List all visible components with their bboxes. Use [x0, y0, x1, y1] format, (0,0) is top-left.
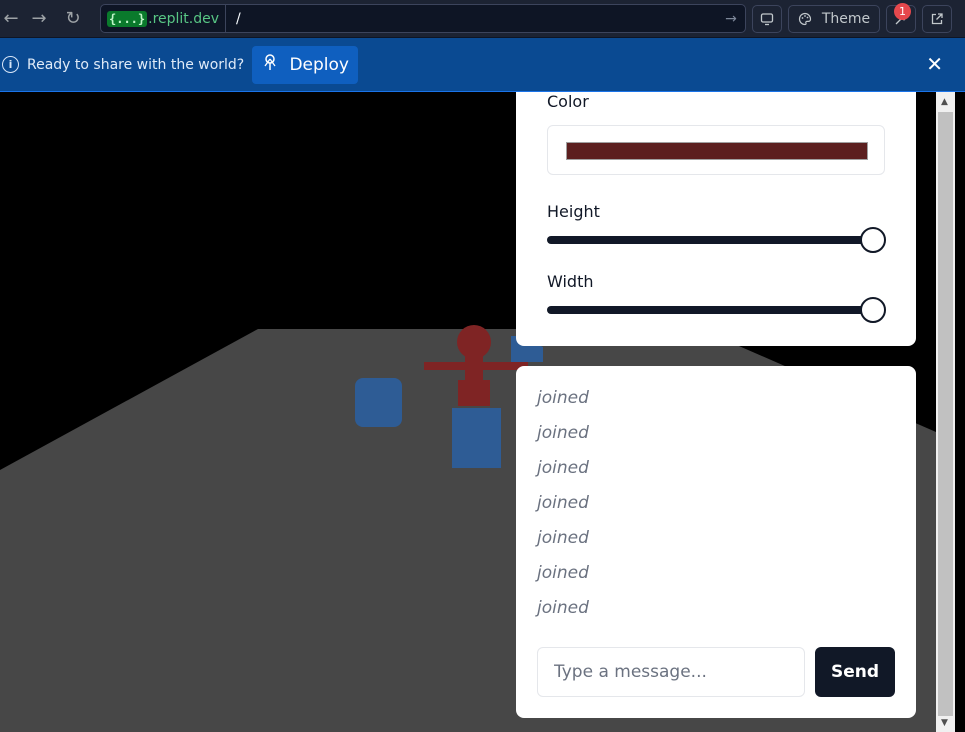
deploy-button[interactable]: Deploy: [252, 45, 359, 84]
go-arrow-icon[interactable]: →: [717, 11, 745, 27]
cube-blue: [452, 408, 501, 468]
color-swatch[interactable]: [566, 142, 868, 160]
scroll-up-icon[interactable]: ▲: [936, 94, 953, 111]
width-slider-thumb[interactable]: [860, 297, 886, 323]
width-label: Width: [547, 272, 594, 291]
close-banner-icon[interactable]: ✕: [926, 54, 943, 74]
reload-icon: ↻: [65, 8, 81, 29]
arrow-left-icon: ←: [3, 8, 19, 29]
page-scrollbar[interactable]: ▲ ▼: [936, 92, 965, 732]
scroll-down-icon[interactable]: ▼: [936, 715, 953, 732]
width-slider[interactable]: [547, 297, 886, 323]
forward-button[interactable]: →: [22, 0, 56, 38]
avatar-controls-panel: Color Height Width: [516, 92, 916, 346]
scrollbar-gap: [955, 92, 965, 732]
deploy-icon: [261, 53, 279, 76]
browser-toolbar: ← → ↻ {...} .replit.dev / → Theme 1: [0, 0, 965, 38]
chat-message: joined: [537, 388, 589, 408]
url-tag: {...}: [107, 10, 148, 27]
url-host: {...} .replit.dev: [101, 5, 227, 32]
banner-message: Ready to share with the world?: [27, 56, 245, 73]
deploy-label: Deploy: [289, 54, 349, 75]
color-picker[interactable]: [547, 125, 885, 175]
info-icon: i: [2, 56, 19, 73]
chat-message: joined: [537, 528, 589, 548]
scroll-thumb[interactable]: [938, 112, 953, 716]
url-path[interactable]: /: [226, 11, 717, 27]
height-label: Height: [547, 202, 600, 221]
chat-message: joined: [537, 598, 589, 618]
height-slider-thumb[interactable]: [860, 227, 886, 253]
palette-icon: [798, 12, 811, 26]
back-button[interactable]: ←: [0, 0, 22, 38]
deploy-banner: i Ready to share with the world? Deploy …: [0, 38, 965, 92]
height-slider[interactable]: [547, 227, 886, 253]
devtools-button[interactable]: 1: [886, 3, 916, 33]
cube-blue-left: [355, 378, 402, 427]
chat-input[interactable]: [537, 647, 805, 697]
url-host-text: .replit.dev: [148, 10, 220, 27]
notification-badge: 1: [894, 3, 911, 20]
chat-message: joined: [537, 423, 589, 443]
chat-panel: joined joined joined joined joined joined join…: [516, 366, 916, 718]
chat-message: joined: [537, 563, 589, 583]
external-link-icon: [931, 13, 943, 25]
device-preview-button[interactable]: [752, 5, 782, 33]
chat-message: joined: [537, 458, 589, 478]
arrow-right-icon: →: [31, 8, 47, 29]
color-label: Color: [547, 92, 589, 111]
theme-label: Theme: [821, 11, 871, 27]
width-slider-track: [547, 306, 873, 314]
send-button[interactable]: Send: [815, 647, 895, 697]
theme-button[interactable]: Theme: [788, 5, 880, 33]
open-new-tab-button[interactable]: [922, 5, 952, 33]
reload-button[interactable]: ↻: [56, 0, 90, 38]
chat-message: joined: [537, 493, 589, 513]
monitor-icon: [760, 13, 774, 26]
chat-message-list: joined joined joined joined joined joined join…: [537, 388, 897, 633]
url-bar[interactable]: {...} .replit.dev / →: [100, 4, 746, 33]
height-slider-track: [547, 236, 873, 244]
